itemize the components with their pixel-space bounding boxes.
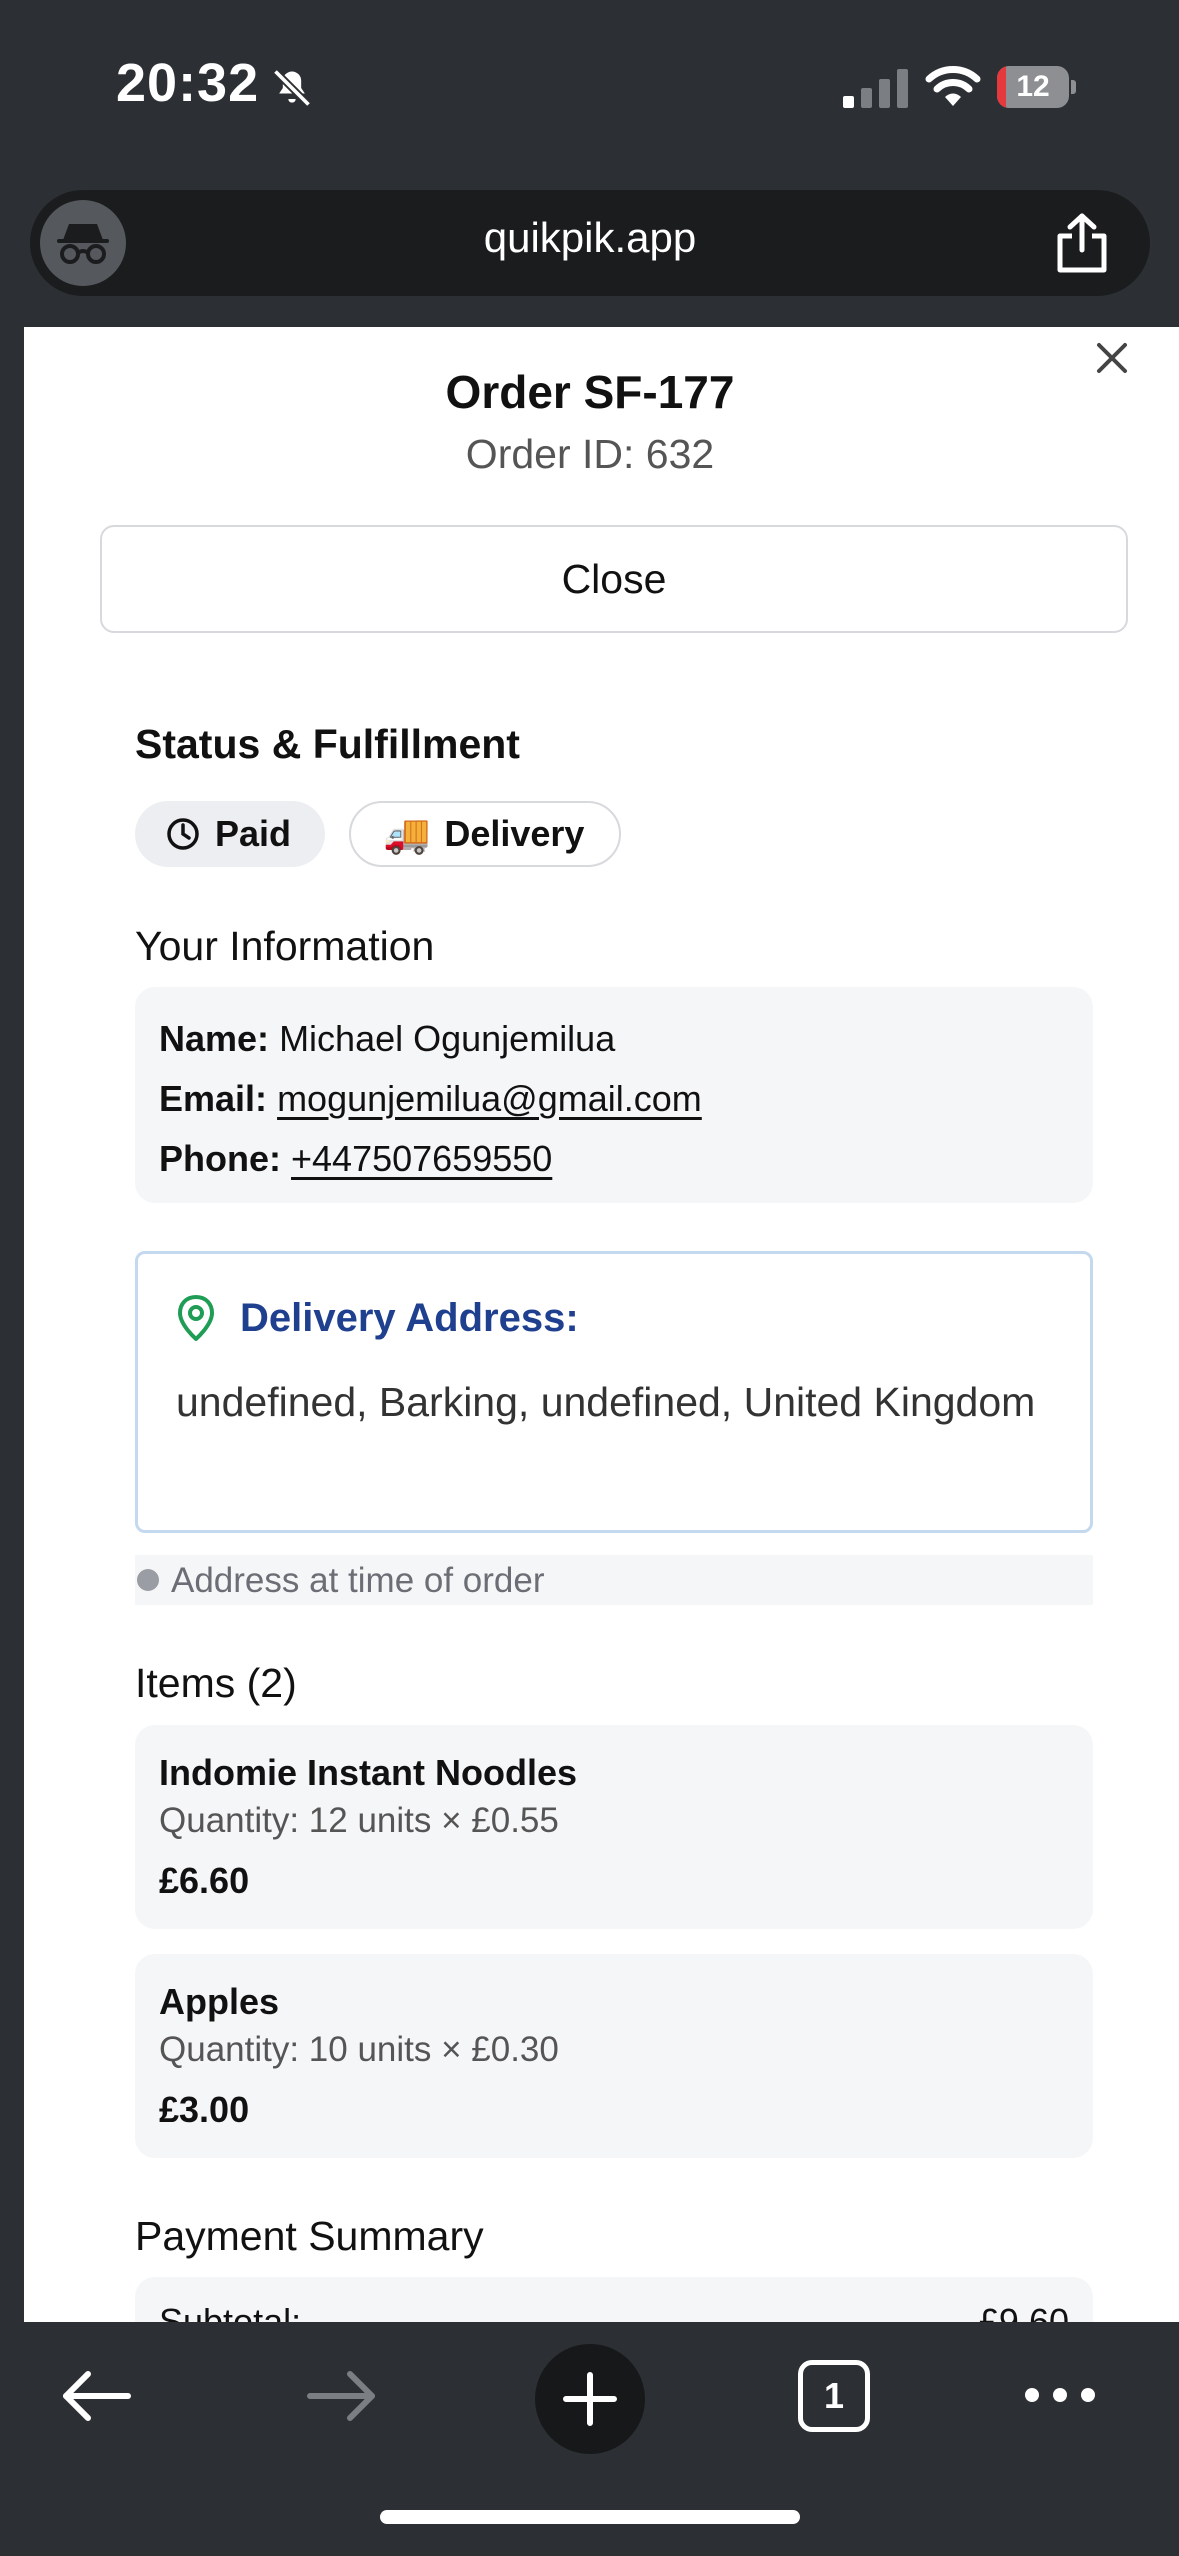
page-title: Order SF-177 xyxy=(445,366,735,418)
clock-icon xyxy=(165,816,201,852)
new-tab-button[interactable] xyxy=(535,2344,645,2454)
phone-link[interactable]: +447507659550 xyxy=(291,1138,552,1179)
share-icon[interactable] xyxy=(1054,212,1110,274)
wifi-icon xyxy=(925,66,981,106)
cellular-signal-icon xyxy=(843,69,908,108)
address-note: Address at time of order xyxy=(135,1555,1093,1605)
item-name: Indomie Instant Noodles xyxy=(159,1752,578,1793)
phone-row: Phone: +447507659550 xyxy=(159,1129,1069,1189)
status-bar: 20:32 12 xyxy=(0,0,1179,175)
address-title: Delivery Address: xyxy=(240,1295,579,1340)
name-row: Name: Michael Ogunjemilua xyxy=(159,1009,1069,1069)
delivery-address-card: Delivery Address: undefined, Barking, un… xyxy=(135,1251,1093,1533)
payment-status-label: Paid xyxy=(215,813,292,854)
order-id: Order ID: 632 xyxy=(465,431,715,477)
address-bar[interactable]: quikpik.app xyxy=(30,190,1150,296)
email-row: Email: mogunjemilua@gmail.com xyxy=(159,1069,1069,1129)
url-text[interactable]: quikpik.app xyxy=(30,214,1150,262)
item-price: £3.00 xyxy=(159,2089,250,2130)
payment-summary-card: Subtotal: £9.60 xyxy=(135,2277,1093,2322)
item-quantity: Quantity: 10 units × £0.30 xyxy=(159,2030,559,2069)
fulfillment-badge-delivery: 🚚 Delivery xyxy=(349,801,621,867)
bell-slash-icon xyxy=(272,68,312,108)
phone-label: Phone: xyxy=(159,1138,281,1179)
address-header: Delivery Address: xyxy=(176,1294,579,1342)
forward-arrow-icon[interactable] xyxy=(304,2366,380,2426)
item-quantity: Quantity: 12 units × £0.55 xyxy=(159,1801,559,1840)
address-text: undefined, Barking, undefined, United Ki… xyxy=(176,1379,1036,1425)
more-icon[interactable] xyxy=(1024,2380,1096,2410)
dot-icon xyxy=(137,1569,159,1591)
plus-icon xyxy=(563,2372,617,2426)
name-label: Name: xyxy=(159,1018,270,1059)
tabs-button[interactable]: 1 xyxy=(798,2360,870,2432)
home-indicator[interactable] xyxy=(380,2510,800,2524)
items-heading: Items (2) xyxy=(135,1660,297,1706)
email-label: Email: xyxy=(159,1078,268,1119)
order-modal: Order SF-177 Order ID: 632 Close Status … xyxy=(24,327,1179,2322)
close-button[interactable]: Close xyxy=(100,525,1128,633)
email-link[interactable]: mogunjemilua@gmail.com xyxy=(277,1078,702,1119)
name-value: Michael Ogunjemilua xyxy=(279,1018,616,1059)
item-price: £6.60 xyxy=(159,1860,250,1901)
list-item: Indomie Instant Noodles Quantity: 12 uni… xyxy=(135,1725,1093,1929)
address-note-text: Address at time of order xyxy=(171,1561,545,1600)
subtotal-label: Subtotal: xyxy=(159,2301,302,2322)
subtotal-value: £9.60 xyxy=(978,2301,1069,2322)
info-heading: Your Information xyxy=(135,923,435,969)
battery-percentage: 12 xyxy=(1016,70,1050,103)
map-pin-icon xyxy=(178,1295,214,1341)
payment-heading: Payment Summary xyxy=(135,2213,484,2259)
customer-info-card: Name: Michael Ogunjemilua Email: mogunje… xyxy=(135,987,1093,1203)
delivery-truck-icon: 🚚 xyxy=(383,811,431,856)
back-arrow-icon[interactable] xyxy=(58,2366,134,2426)
page-edge xyxy=(0,327,24,2327)
battery-icon: 12 xyxy=(997,66,1077,108)
fulfillment-label: Delivery xyxy=(444,813,585,854)
status-heading: Status & Fulfillment xyxy=(135,721,520,767)
status-time: 20:32 xyxy=(116,53,260,113)
item-name: Apples xyxy=(159,1981,280,2022)
status-badge-paid: Paid xyxy=(135,801,325,867)
list-item: Apples Quantity: 10 units × £0.30 £3.00 xyxy=(135,1954,1093,2158)
